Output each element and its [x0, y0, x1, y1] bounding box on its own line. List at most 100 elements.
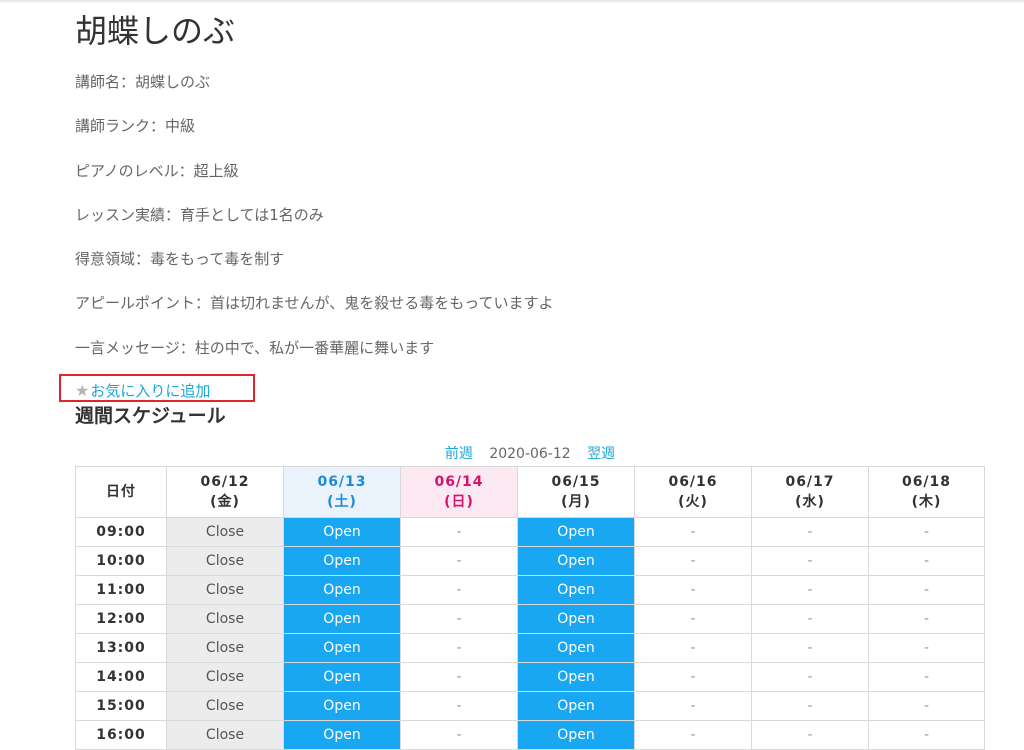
time-slot-label: 11:00 — [75, 575, 167, 605]
slot-unavailable: - — [400, 720, 518, 750]
day-header: 06/18 (木) — [868, 466, 985, 518]
slot-unavailable: - — [751, 575, 869, 605]
prev-week-link[interactable]: 前週 — [445, 446, 473, 462]
slot-unavailable: - — [868, 691, 985, 721]
current-week-date: 2020-06-12 — [489, 446, 571, 462]
slot-unavailable: - — [634, 633, 752, 663]
slot-closed: Close — [166, 517, 284, 547]
slot-open-button[interactable]: Open — [517, 720, 635, 750]
slot-unavailable: - — [751, 546, 869, 576]
slot-open-button[interactable]: Open — [283, 575, 401, 605]
slot-unavailable: - — [400, 575, 518, 605]
slot-open-button[interactable]: Open — [517, 633, 635, 663]
schedule-heading: 週間スケジュール — [75, 405, 226, 427]
slot-unavailable: - — [634, 575, 752, 605]
schedule-row: 14:00 Close Open - Open - - - — [75, 662, 985, 692]
time-slot-label: 09:00 — [75, 517, 167, 547]
slot-open-button[interactable]: Open — [283, 517, 401, 547]
schedule-row: 12:00 Close Open - Open - - - — [75, 604, 985, 634]
slot-open-button[interactable]: Open — [517, 517, 635, 547]
slot-unavailable: - — [751, 517, 869, 547]
specialty-line: 得意領域：毒をもって毒を制す — [75, 250, 285, 268]
day-header-sunday: 06/14 (日) — [400, 466, 518, 518]
schedule-row: 13:00 Close Open - Open - - - — [75, 633, 985, 663]
page-title: 胡蝶しのぶ — [75, 12, 236, 50]
time-slot-label: 10:00 — [75, 546, 167, 576]
slot-open-button[interactable]: Open — [517, 691, 635, 721]
slot-unavailable: - — [634, 517, 752, 547]
schedule-header-row: 日付 06/12 (金) 06/13 (土) 06/14 (日) 06/15 (月) 0… — [75, 466, 985, 518]
week-navigation: 前週 2020-06-12 翌週 — [75, 443, 985, 463]
slot-closed: Close — [166, 691, 284, 721]
message-line: 一言メッセージ：柱の中で、私が一番華麗に舞います — [75, 339, 435, 357]
slot-closed: Close — [166, 720, 284, 750]
slot-open-button[interactable]: Open — [283, 720, 401, 750]
lesson-record-line: レッスン実績：育手としては1名のみ — [75, 206, 324, 224]
weekly-schedule-table: 日付 06/12 (金) 06/13 (土) 06/14 (日) 06/15 (月) 0… — [75, 466, 985, 750]
slot-unavailable: - — [751, 662, 869, 692]
add-favorite-label: お気に入りに追加 — [90, 382, 211, 400]
slot-unavailable: - — [634, 662, 752, 692]
slot-unavailable: - — [400, 691, 518, 721]
add-favorite-link[interactable]: ★お気に入りに追加 — [75, 380, 210, 401]
star-icon: ★ — [75, 381, 90, 400]
slot-open-button[interactable]: Open — [283, 604, 401, 634]
slot-unavailable: - — [400, 517, 518, 547]
slot-unavailable: - — [400, 546, 518, 576]
slot-unavailable: - — [868, 575, 985, 605]
slot-closed: Close — [166, 546, 284, 576]
slot-unavailable: - — [868, 720, 985, 750]
slot-closed: Close — [166, 633, 284, 663]
day-header: 06/17 (水) — [751, 466, 869, 518]
top-shadow-bar — [0, 0, 1024, 4]
day-header: 06/16 (火) — [634, 466, 752, 518]
time-slot-label: 13:00 — [75, 633, 167, 663]
schedule-row: 09:00 Close Open - Open - - - — [75, 517, 985, 547]
slot-unavailable: - — [751, 604, 869, 634]
slot-unavailable: - — [868, 662, 985, 692]
slot-unavailable: - — [400, 662, 518, 692]
schedule-row: 10:00 Close Open - Open - - - — [75, 546, 985, 576]
time-slot-label: 16:00 — [75, 720, 167, 750]
day-header: 06/12 (金) — [166, 466, 284, 518]
slot-unavailable: - — [868, 546, 985, 576]
schedule-body: 09:00 Close Open - Open - - -10:00 Close Open - Ope… — [75, 517, 985, 750]
slot-unavailable: - — [751, 633, 869, 663]
slot-unavailable: - — [751, 720, 869, 750]
slot-unavailable: - — [634, 720, 752, 750]
slot-unavailable: - — [634, 604, 752, 634]
slot-open-button[interactable]: Open — [517, 546, 635, 576]
slot-unavailable: - — [868, 517, 985, 547]
slot-open-button[interactable]: Open — [517, 662, 635, 692]
date-column-header: 日付 — [75, 466, 167, 518]
slot-closed: Close — [166, 604, 284, 634]
slot-closed: Close — [166, 575, 284, 605]
slot-unavailable: - — [634, 691, 752, 721]
slot-unavailable: - — [400, 633, 518, 663]
slot-open-button[interactable]: Open — [283, 546, 401, 576]
time-slot-label: 12:00 — [75, 604, 167, 634]
teacher-name-line: 講師名：胡蝶しのぶ — [75, 73, 211, 91]
slot-open-button[interactable]: Open — [283, 662, 401, 692]
appeal-point-line: アピールポイント：首は切れませんが、鬼を殺せる毒をもっていますよ — [75, 294, 554, 312]
slot-unavailable: - — [868, 604, 985, 634]
next-week-link[interactable]: 翌週 — [587, 446, 615, 462]
slot-open-button[interactable]: Open — [283, 633, 401, 663]
slot-unavailable: - — [868, 633, 985, 663]
slot-closed: Close — [166, 662, 284, 692]
time-slot-label: 15:00 — [75, 691, 167, 721]
schedule-row: 11:00 Close Open - Open - - - — [75, 575, 985, 605]
slot-unavailable: - — [634, 546, 752, 576]
day-header: 06/15 (月) — [517, 466, 635, 518]
schedule-row: 15:00 Close Open - Open - - - — [75, 691, 985, 721]
schedule-row: 16:00 Close Open - Open - - - — [75, 720, 985, 750]
slot-open-button[interactable]: Open — [517, 604, 635, 634]
day-header-saturday: 06/13 (土) — [283, 466, 401, 518]
slot-open-button[interactable]: Open — [283, 691, 401, 721]
time-slot-label: 14:00 — [75, 662, 167, 692]
slot-unavailable: - — [400, 604, 518, 634]
slot-open-button[interactable]: Open — [517, 575, 635, 605]
slot-unavailable: - — [751, 691, 869, 721]
teacher-rank-line: 講師ランク：中級 — [75, 117, 196, 135]
piano-level-line: ピアノのレベル：超上級 — [75, 162, 239, 180]
